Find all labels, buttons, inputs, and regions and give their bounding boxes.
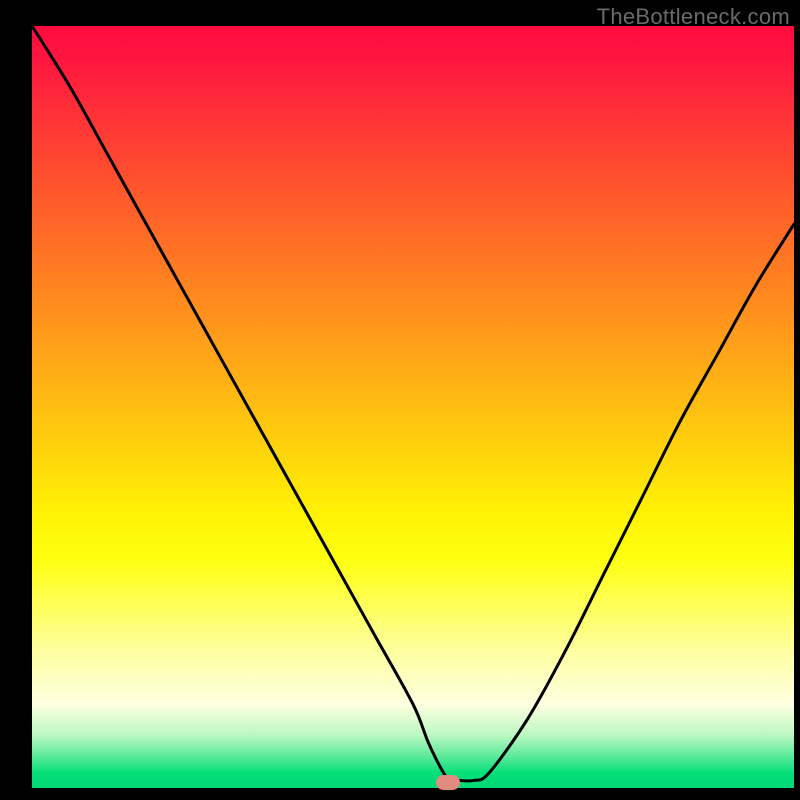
curve-path: [32, 26, 794, 781]
watermark-text: TheBottleneck.com: [597, 4, 790, 30]
chart-frame: TheBottleneck.com: [0, 0, 800, 800]
optimum-marker: [436, 775, 460, 790]
bottleneck-curve: [32, 26, 794, 788]
